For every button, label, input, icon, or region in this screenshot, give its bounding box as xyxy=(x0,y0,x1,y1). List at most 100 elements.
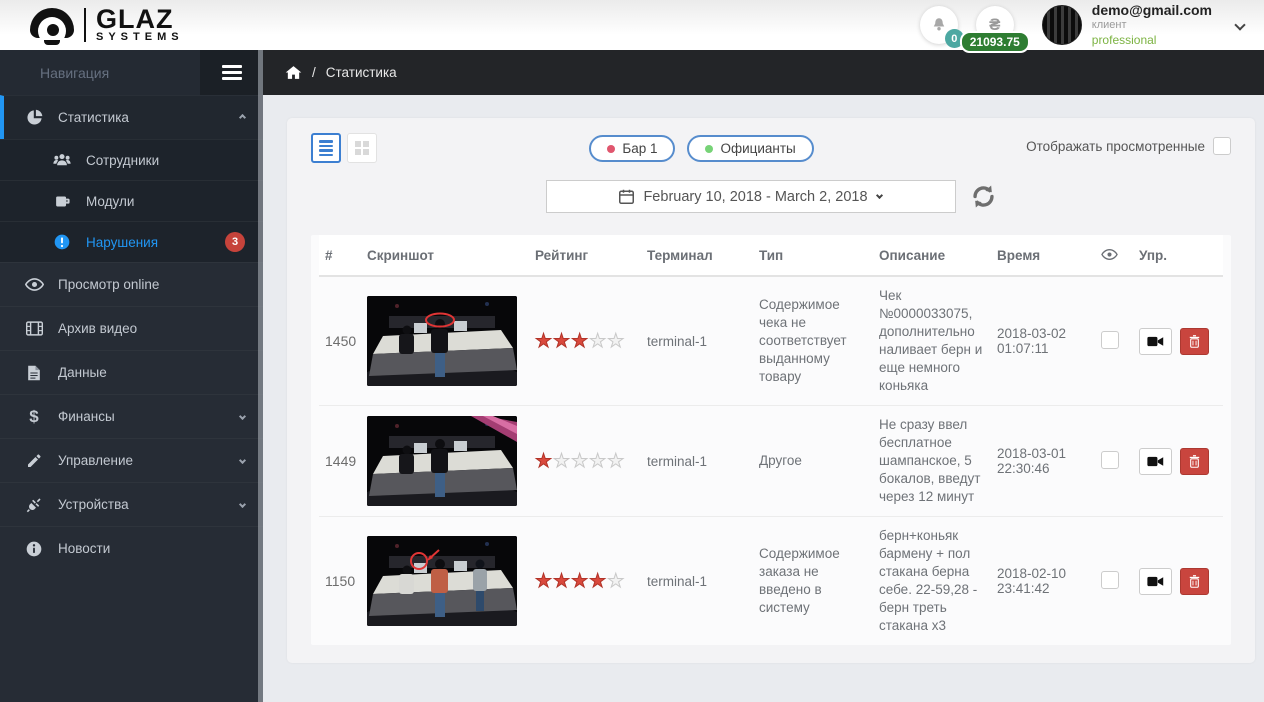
eye-icon xyxy=(1101,249,1118,260)
sidebar-item-devices[interactable]: Устройства xyxy=(0,482,263,526)
date-range-picker[interactable]: February 10, 2018 - March 2, 2018 xyxy=(546,180,956,213)
sidebar-item-label: Нарушения xyxy=(86,235,211,250)
sidebar-item-modules[interactable]: Модули xyxy=(0,180,263,221)
refresh-button[interactable] xyxy=(970,183,997,210)
violation-type: Содержимое заказа не введено в систему xyxy=(753,535,873,627)
filter-pill-label: Бар 1 xyxy=(622,141,657,156)
breadcrumb: / Статистика xyxy=(263,50,1264,95)
trash-icon xyxy=(1189,455,1200,468)
video-camera-icon xyxy=(1147,575,1164,588)
star-empty-icon: ★ xyxy=(607,451,625,472)
home-icon[interactable] xyxy=(285,65,302,80)
terminal-name: terminal-1 xyxy=(641,444,753,479)
trash-icon xyxy=(1189,335,1200,348)
filter-pill-bar1[interactable]: Бар 1 xyxy=(589,135,675,162)
col-actions: Упр. xyxy=(1133,248,1223,263)
sidebar-item-online-view[interactable]: Просмотр online xyxy=(0,262,263,306)
sidebar-item-statistics[interactable]: Статистика xyxy=(0,95,263,139)
delete-button[interactable] xyxy=(1180,448,1209,475)
sidebar-item-management[interactable]: Управление xyxy=(0,438,263,482)
sidebar-scrollbar[interactable] xyxy=(258,50,263,702)
table-row: 1449 xyxy=(319,405,1223,516)
rating-stars[interactable]: ★★★★★ xyxy=(529,560,641,603)
calendar-icon xyxy=(619,189,634,204)
delete-button[interactable] xyxy=(1180,328,1209,355)
breadcrumb-separator: / xyxy=(312,65,316,80)
show-viewed-label: Отображать просмотренные xyxy=(1026,139,1205,154)
filter-pill-waiters[interactable]: Официанты xyxy=(687,135,813,162)
notifications-button[interactable]: 0 xyxy=(920,6,958,44)
alert-circle-icon xyxy=(52,234,72,250)
viewed-checkbox[interactable] xyxy=(1101,331,1119,349)
pencil-icon xyxy=(24,453,44,469)
sidebar-item-label: Управление xyxy=(58,453,226,468)
violation-screenshot[interactable] xyxy=(367,536,517,626)
col-description: Описание xyxy=(873,248,991,263)
chevron-down-icon xyxy=(239,413,246,420)
sidebar-item-news[interactable]: Новости xyxy=(0,526,263,570)
user-role: клиент xyxy=(1092,18,1212,33)
sidebar-item-video-archive[interactable]: Архив видео xyxy=(0,306,263,350)
video-camera-icon xyxy=(1147,455,1164,468)
list-view-button[interactable] xyxy=(311,133,341,163)
breadcrumb-current: Статистика xyxy=(326,65,397,80)
sidebar-item-label: Просмотр online xyxy=(58,277,245,292)
user-menu[interactable]: demo@gmail.com клиент professional xyxy=(1042,3,1244,48)
brand-logo[interactable]: GLAZ SYSTEMS xyxy=(0,7,263,43)
video-button[interactable] xyxy=(1139,328,1172,355)
star-filled-icon: ★ xyxy=(553,331,571,352)
grid-view-button[interactable] xyxy=(347,133,377,163)
info-icon xyxy=(24,541,44,557)
violation-screenshot[interactable] xyxy=(367,296,517,386)
delete-button[interactable] xyxy=(1180,568,1209,595)
sidebar-item-label: Новости xyxy=(58,541,245,556)
star-filled-icon: ★ xyxy=(535,451,553,472)
violations-count-badge: 3 xyxy=(225,232,245,252)
chevron-down-icon xyxy=(239,457,246,464)
show-viewed-checkbox[interactable] xyxy=(1213,137,1231,155)
chevron-up-icon xyxy=(239,114,246,121)
star-empty-icon: ★ xyxy=(607,571,625,592)
star-filled-icon: ★ xyxy=(553,571,571,592)
viewed-checkbox[interactable] xyxy=(1101,571,1119,589)
rating-stars[interactable]: ★★★★★ xyxy=(529,320,641,363)
star-empty-icon: ★ xyxy=(589,331,607,352)
rating-stars[interactable]: ★★★★★ xyxy=(529,440,641,483)
trash-icon xyxy=(1189,575,1200,588)
eye-icon xyxy=(24,278,44,291)
sidebar-item-label: Сотрудники xyxy=(86,153,245,168)
violation-description: Чек №0000033075, дополнительно наливает … xyxy=(873,277,991,405)
viewed-checkbox[interactable] xyxy=(1101,451,1119,469)
bell-icon xyxy=(930,16,948,34)
sidebar-item-label: Модули xyxy=(86,194,245,209)
filter-pill-label: Официанты xyxy=(720,141,795,156)
violation-screenshot[interactable] xyxy=(367,416,517,506)
sidebar-item-violations[interactable]: Нарушения 3 xyxy=(0,221,263,262)
chevron-down-icon xyxy=(1234,19,1245,30)
sidebar-item-label: Данные xyxy=(58,365,245,380)
sidebar-title: Навигация xyxy=(0,65,200,81)
sidebar-item-label: Статистика xyxy=(58,110,226,125)
violation-id: 1150 xyxy=(319,563,361,599)
chevron-down-icon xyxy=(875,191,882,198)
sidebar-item-employees[interactable]: Сотрудники xyxy=(0,139,263,180)
video-button[interactable] xyxy=(1139,448,1172,475)
violation-time: 2018-03-01 22:30:46 xyxy=(991,436,1095,486)
table-header-row: # Скриншот Рейтинг Терминал Тип Описание… xyxy=(319,235,1223,277)
sidebar-collapse-button[interactable] xyxy=(200,50,263,95)
video-camera-icon xyxy=(1147,335,1164,348)
sidebar-item-data[interactable]: Данные xyxy=(0,350,263,394)
violation-id: 1450 xyxy=(319,323,361,359)
sidebar-item-finances[interactable]: $ Финансы xyxy=(0,394,263,438)
terminal-name: terminal-1 xyxy=(641,324,753,359)
star-filled-icon: ★ xyxy=(571,571,589,592)
video-button[interactable] xyxy=(1139,568,1172,595)
violation-description: Не сразу ввел бесплатное шампанское, 5 б… xyxy=(873,406,991,516)
logo-divider xyxy=(84,8,86,42)
col-screenshot: Скриншот xyxy=(361,248,529,263)
terminal-name: terminal-1 xyxy=(641,564,753,599)
red-dot-icon xyxy=(607,145,615,153)
balance-button[interactable]: ₴ 21093.75 xyxy=(976,6,1014,44)
star-empty-icon: ★ xyxy=(553,451,571,472)
sidebar: Навигация Статистика Сотрудники xyxy=(0,50,263,702)
